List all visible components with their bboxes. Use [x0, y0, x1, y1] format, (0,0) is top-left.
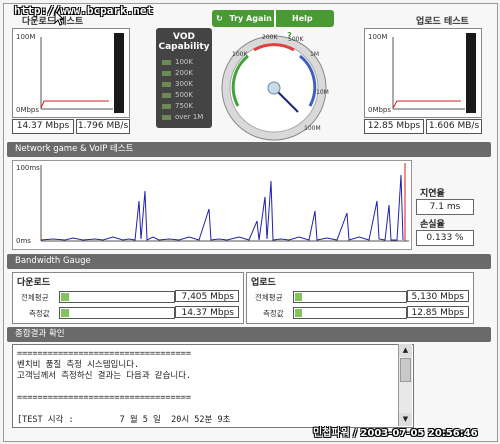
upload-avg-label: 전체평균 — [255, 293, 283, 302]
upload-scale-bottom: 0Mbps — [368, 106, 392, 114]
latency-label: 지연율 — [420, 189, 445, 199]
led-icon — [162, 92, 171, 98]
vod-capability-panel: VOD Capability 100K 200K 300K 500K 750K … — [156, 28, 212, 128]
help-button[interactable]: Help ? — [276, 10, 334, 41]
led-icon — [162, 103, 171, 109]
vod-level-row: 100K — [162, 58, 193, 66]
speedometer-tick-label: 100M — [304, 125, 321, 132]
loss-value: 0.133 % — [416, 230, 474, 246]
led-icon — [162, 81, 171, 87]
download-avg-fill — [61, 293, 69, 301]
upload-level-bar — [466, 33, 476, 113]
upload-graph — [392, 37, 465, 110]
download-gauge-title: 다운로드 — [17, 278, 51, 288]
vod-level-row: 500K — [162, 91, 193, 99]
speedometer-tick-label: 10M — [316, 89, 329, 96]
download-avg-label: 전체평균 — [21, 293, 49, 302]
vod-subtitle: Capability — [158, 42, 210, 52]
download-mbps-value: 14.37 Mbps — [12, 119, 74, 134]
result-textarea[interactable]: ================================== 벤치비 품… — [12, 344, 414, 428]
network-graph-panel: 100ms 0ms — [12, 160, 412, 250]
speedometer-tick-label: 200K — [262, 34, 278, 41]
scroll-up-arrow-icon[interactable]: ▲ — [399, 344, 412, 357]
download-avg-value: 7,405 Mbps — [175, 290, 239, 302]
speedometer-tick-label: 100K — [232, 51, 248, 58]
upload-gauge-group: 업로드 전체평균 5,130 Mbps 측정값 12.85 Mbps — [246, 272, 474, 324]
network-scale-top: 100ms — [16, 164, 40, 172]
vod-level-row: over 1M — [162, 113, 203, 121]
refresh-icon: ↻ — [216, 14, 223, 23]
upload-measured-value: 12.85 Mbps — [407, 306, 469, 318]
upload-measured-fill — [295, 309, 302, 317]
led-icon — [162, 70, 171, 76]
led-icon — [162, 114, 171, 120]
watermark-text: http://www.bcpark.net — [14, 4, 154, 17]
upload-gauge-title: 업로드 — [251, 278, 276, 288]
download-meter: 100M 0Mbps — [12, 28, 130, 118]
result-section-header: 종합결과 확인 — [7, 327, 491, 342]
upload-test-title: 업로드 테스트 — [416, 17, 469, 27]
download-scale-bottom: 0Mbps — [16, 106, 40, 114]
upload-avg-gauge — [293, 291, 407, 303]
download-measured-label: 측정값 — [29, 309, 50, 318]
download-measured-fill — [61, 309, 69, 317]
upload-mbps-value: 12.85 Mbps — [364, 119, 424, 134]
upload-meter: 100M 0Mbps — [364, 28, 482, 118]
download-mbytes-value: 1.796 MB/s — [76, 119, 130, 134]
result-text: ================================== 벤치비 품… — [17, 349, 231, 425]
network-scale-bottom: 0ms — [16, 237, 31, 245]
upload-mbytes-value: 1.606 MB/s — [426, 119, 482, 134]
download-scale-top: 100M — [16, 33, 36, 41]
upload-avg-fill — [295, 293, 302, 301]
latency-value: 7.1 ms — [416, 199, 474, 215]
speedometer-tick-label: 1M — [310, 51, 319, 58]
vod-level-row: 750K — [162, 102, 193, 110]
vod-level-row: 300K — [162, 80, 193, 88]
mouse-cursor-icon — [54, 10, 64, 26]
upload-avg-value: 5,130 Mbps — [407, 290, 469, 302]
try-again-button[interactable]: ↻ Try Again — [212, 10, 274, 27]
download-measured-value: 14.37 Mbps — [175, 306, 239, 318]
network-section-header: Network game & VoIP 테스트 — [7, 142, 491, 157]
upload-scale-top: 100M — [368, 33, 388, 41]
speedometer-gauge: 100K 200K 500K 1M 10M 100M — [221, 34, 329, 141]
download-measured-gauge — [59, 307, 175, 319]
result-scrollbar[interactable]: ▲ ▼ — [398, 344, 412, 426]
download-gauge-group: 다운로드 전체평균 7,405 Mbps 측정값 14.37 Mbps — [12, 272, 244, 324]
footer-caption: 민첩파워 / 2003-07-05 20:56:46 — [313, 428, 478, 439]
upload-measured-gauge — [293, 307, 407, 319]
vod-title: VOD — [173, 32, 195, 42]
download-avg-gauge — [59, 291, 175, 303]
upload-measured-label: 측정값 — [263, 309, 284, 318]
speedometer-tick-label: 500K — [288, 36, 304, 43]
loss-label: 손실율 — [420, 220, 445, 230]
latency-graph — [40, 163, 409, 242]
download-graph — [40, 37, 113, 110]
vod-level-row: 200K — [162, 69, 193, 77]
download-level-bar — [114, 33, 124, 113]
scroll-thumb[interactable] — [400, 358, 411, 382]
bandwidth-section-header: Bandwidth Gauge — [7, 254, 491, 269]
led-icon — [162, 59, 171, 65]
